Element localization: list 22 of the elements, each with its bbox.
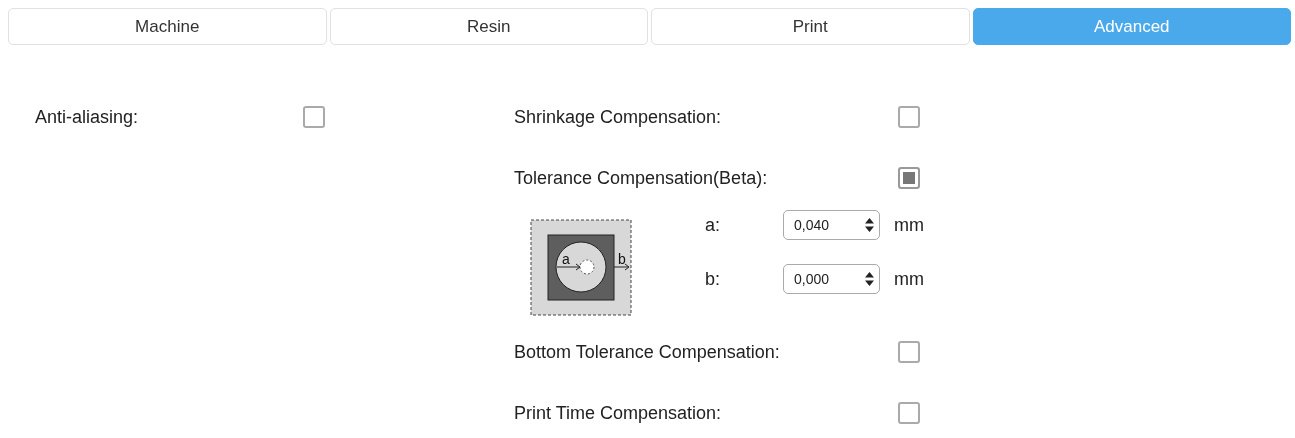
checkbox[interactable] (898, 167, 920, 189)
tab[interactable]: Machine (8, 8, 327, 45)
option-label: Shrinkage Compensation: (514, 106, 723, 128)
option-label: Anti-aliasing: (35, 106, 140, 128)
spin-arrows-icon[interactable] (864, 217, 875, 233)
unit-label: mm (894, 268, 924, 290)
number-spinbox[interactable]: 0,000 (783, 264, 880, 294)
checkbox[interactable] (303, 106, 325, 128)
tab[interactable]: Print (651, 8, 970, 45)
spin-arrows-icon[interactable] (864, 271, 875, 287)
field-label: b: (705, 268, 721, 290)
checkbox[interactable] (898, 402, 920, 424)
number-spinbox[interactable]: 0,040 (783, 210, 880, 240)
option-label: Print Time Compensation: (514, 402, 723, 424)
option-label: Tolerance Compensation(Beta): (514, 167, 769, 189)
tab[interactable]: Resin (329, 8, 648, 45)
field-label: a: (705, 214, 721, 236)
checkbox[interactable] (898, 341, 920, 363)
checkbox[interactable] (898, 106, 920, 128)
unit-label: mm (894, 214, 924, 236)
tolerance-diagram-drawing: a b (530, 219, 632, 316)
option-label: Bottom Tolerance Compensation: (514, 341, 781, 363)
